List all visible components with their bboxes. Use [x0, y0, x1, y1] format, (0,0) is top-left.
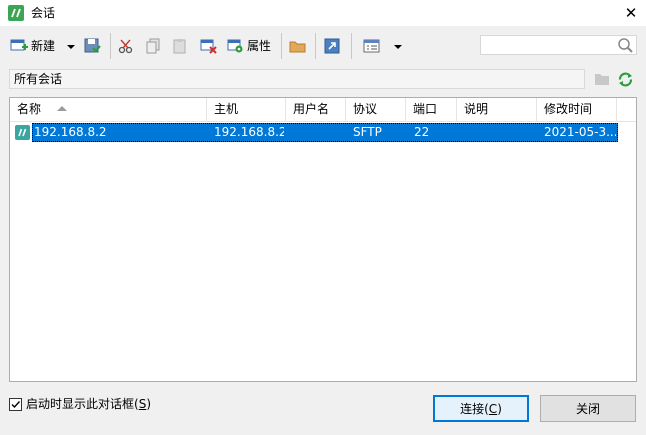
- dropdown-arrow-icon: [394, 45, 402, 49]
- toolbar-separator: [110, 33, 111, 59]
- new-folder-button[interactable]: [289, 35, 306, 57]
- search-icon[interactable]: [617, 37, 634, 54]
- refresh-icon[interactable]: [617, 71, 634, 88]
- save-session-icon: [84, 38, 101, 53]
- path-text: 所有会话: [14, 72, 63, 86]
- title-bar: 会话 ✕: [0, 0, 646, 26]
- session-icon: [15, 125, 30, 140]
- row-cell-modified: 2021-05-3...: [544, 125, 616, 139]
- column-header-description[interactable]: 说明: [457, 98, 537, 121]
- toolbar-separator: [281, 33, 282, 59]
- cut-button[interactable]: [118, 35, 134, 57]
- column-header-modified[interactable]: 修改时间: [537, 98, 617, 121]
- column-header-protocol[interactable]: 协议: [346, 98, 406, 121]
- row-cell-name: 192.168.8.2: [34, 125, 107, 139]
- window-close-button[interactable]: ✕: [616, 0, 646, 26]
- row-cell-description: [464, 123, 536, 142]
- properties-button[interactable]: 属性: [227, 35, 271, 57]
- startup-checkbox[interactable]: [9, 398, 22, 411]
- row-cell-username: [293, 123, 345, 142]
- column-header-name[interactable]: 名称: [10, 98, 207, 121]
- path-bar[interactable]: 所有会话: [9, 69, 585, 89]
- column-header-username[interactable]: 用户名: [286, 98, 346, 121]
- copy-button[interactable]: [145, 35, 161, 57]
- checkmark-icon: [11, 401, 21, 409]
- properties-icon: [227, 39, 243, 53]
- startup-checkbox-label[interactable]: 启动时显示此对话框(S): [26, 396, 151, 412]
- new-session-label: 新建: [31, 39, 56, 53]
- app-logo-icon: [8, 5, 24, 21]
- header-divider: [10, 121, 636, 122]
- delete-icon: [200, 39, 217, 54]
- dropdown-arrow-icon: [67, 45, 75, 49]
- connect-button[interactable]: 连接(C): [433, 395, 529, 422]
- new-session-icon: [10, 39, 28, 51]
- properties-label: 属性: [247, 39, 272, 53]
- copy-icon: [146, 38, 160, 54]
- view-button[interactable]: [363, 35, 380, 57]
- search-input[interactable]: [480, 35, 637, 55]
- new-session-button[interactable]: 新建: [10, 35, 55, 57]
- close-icon: ✕: [624, 4, 638, 22]
- column-header-host[interactable]: 主机: [207, 98, 286, 121]
- toolbar-separator: [351, 33, 352, 59]
- column-header-port[interactable]: 端口: [406, 98, 457, 121]
- row-cell-port: 22: [414, 125, 430, 139]
- paste-icon: [173, 39, 186, 54]
- row-cell-protocol: SFTP: [353, 125, 382, 139]
- toolbar-separator: [315, 33, 316, 59]
- save-session-button[interactable]: [84, 35, 101, 57]
- sort-ascending-icon: [56, 106, 67, 111]
- paste-button[interactable]: [172, 35, 188, 57]
- new-session-dropdown[interactable]: [67, 35, 75, 57]
- window-title: 会话: [31, 6, 56, 20]
- shortcut-icon: [324, 38, 340, 54]
- shortcut-button[interactable]: [324, 35, 340, 57]
- close-button[interactable]: 关闭: [540, 395, 636, 422]
- session-list[interactable]: 名称 主机 用户名 协议 端口 说明 修改时间 192.168.8.2 192.…: [9, 97, 637, 382]
- view-icon: [363, 39, 380, 53]
- parent-folder-icon[interactable]: [594, 72, 610, 86]
- cut-icon: [118, 39, 133, 54]
- new-folder-icon: [289, 41, 306, 53]
- row-cell-host: 192.168.8.2: [214, 125, 284, 139]
- view-dropdown[interactable]: [394, 35, 402, 57]
- delete-button[interactable]: [200, 35, 217, 57]
